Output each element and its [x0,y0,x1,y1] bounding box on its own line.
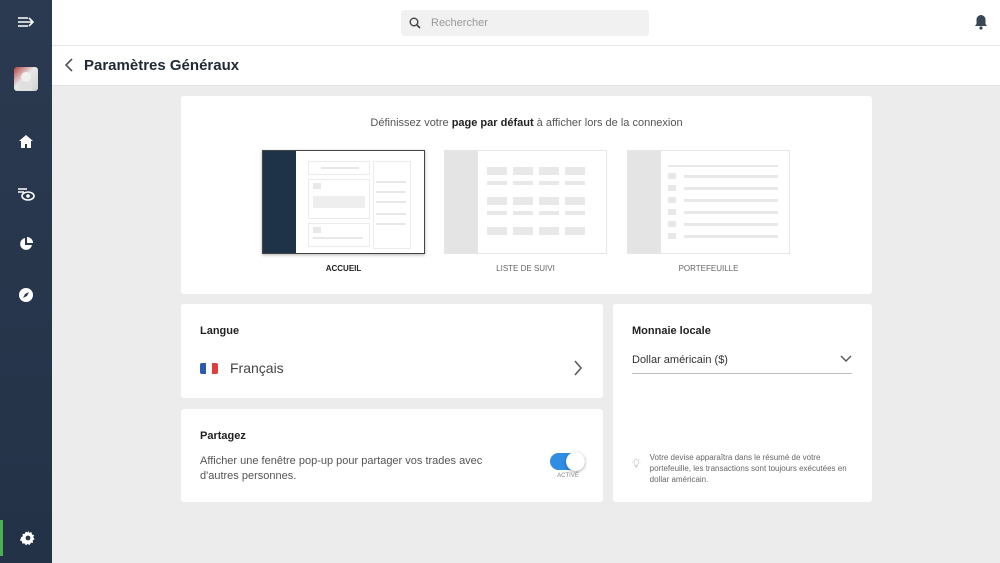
share-description: Afficher une fenêtre pop-up pour partage… [200,455,483,482]
avatar [14,67,38,91]
language-heading: Langue [200,325,240,337]
share-toggle-label: ACTIVÉ [557,473,579,479]
sidebar-item-discover[interactable] [0,277,52,313]
sidebar [0,0,52,563]
home-icon [19,135,33,148]
page-title: Paramètres Généraux [84,57,240,74]
search-box[interactable] [401,10,649,36]
sidebar-item-home[interactable] [0,124,52,160]
default-page-option-portfolio[interactable] [627,150,790,254]
top-bar [52,0,1000,46]
share-heading: Partagez [200,430,246,442]
search-input[interactable] [431,17,631,29]
gear-icon [19,530,35,546]
default-page-prompt: Définissez votre page par défaut à affic… [370,117,683,129]
watchlist-eye-icon [18,188,35,201]
chevron-right-icon[interactable] [573,360,583,376]
lightbulb-icon [632,457,641,468]
default-page-label-watchlist: LISTE DE SUIVI [496,264,555,273]
sidebar-item-settings[interactable] [0,520,52,556]
language-value: Français [230,360,284,376]
currency-value: Dollar américain ($) [632,354,728,366]
default-page-option-watchlist[interactable] [444,150,607,254]
title-bar: Paramètres Généraux [52,46,1000,86]
default-page-card: Définissez votre page par défaut à affic… [181,96,872,294]
share-card: Partagez Afficher une fenêtre pop-up pou… [181,409,603,502]
default-page-label-home: ACCUEIL [325,264,362,273]
default-page-option-home[interactable] [262,150,425,254]
chevron-down-icon [840,355,852,362]
expand-menu-icon [18,17,35,27]
default-page-label-portfolio: PORTEFEUILLE [678,264,739,273]
avatar-button[interactable] [0,61,52,97]
currency-select[interactable]: Dollar américain ($) [632,352,852,374]
sidebar-item-watchlist[interactable] [0,176,52,212]
currency-card: Monnaie locale Dollar américain ($) Votr… [613,304,872,502]
sidebar-item-portfolio[interactable] [0,226,52,262]
currency-heading: Monnaie locale [632,325,711,337]
currency-hint-text: Votre devise apparaîtra dans le résumé d… [649,453,847,484]
share-toggle[interactable] [550,452,585,471]
currency-hint: Votre devise apparaîtra dans le résumé d… [632,452,857,485]
french-flag-icon [200,362,218,374]
expand-menu-button[interactable] [0,4,52,40]
language-selector[interactable]: Français [200,360,284,376]
bell-icon[interactable] [974,14,988,30]
pie-chart-icon [20,237,33,250]
search-icon [409,17,421,29]
language-card: Langue Français [181,304,603,398]
back-chevron-icon[interactable] [64,58,74,72]
compass-icon [19,288,33,302]
